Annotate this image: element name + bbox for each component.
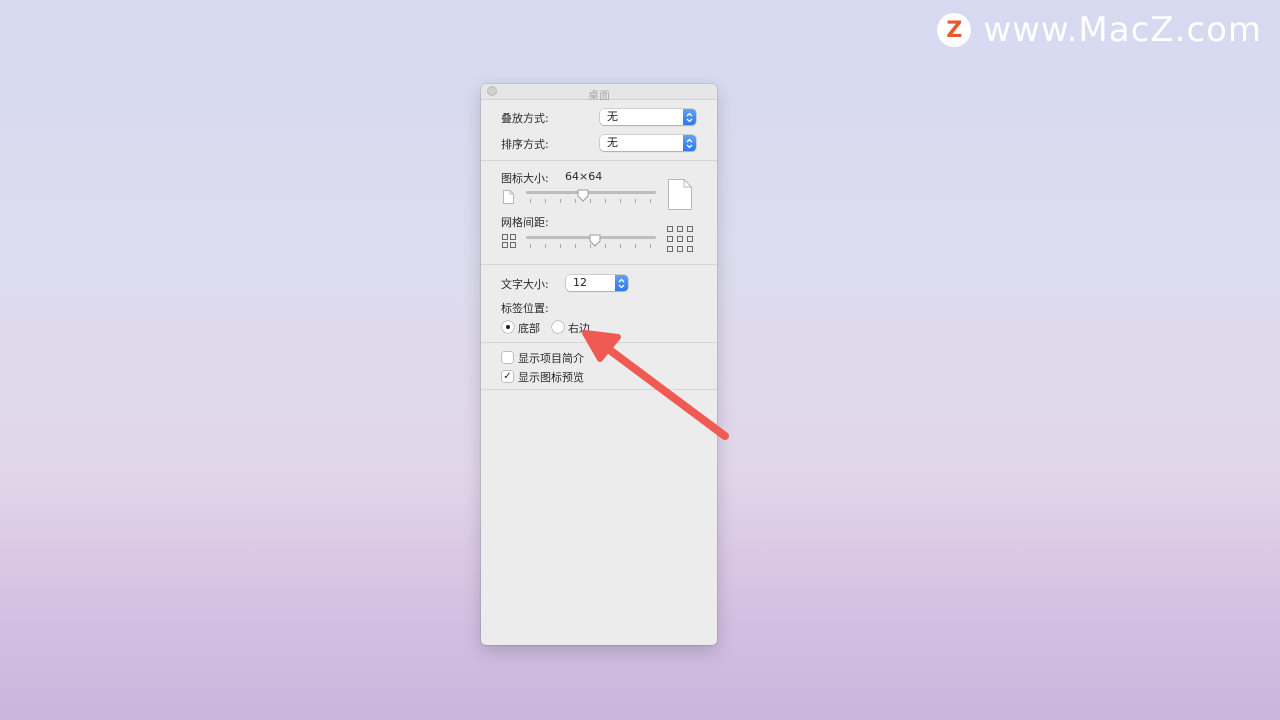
annotation-arrow [582,330,729,440]
